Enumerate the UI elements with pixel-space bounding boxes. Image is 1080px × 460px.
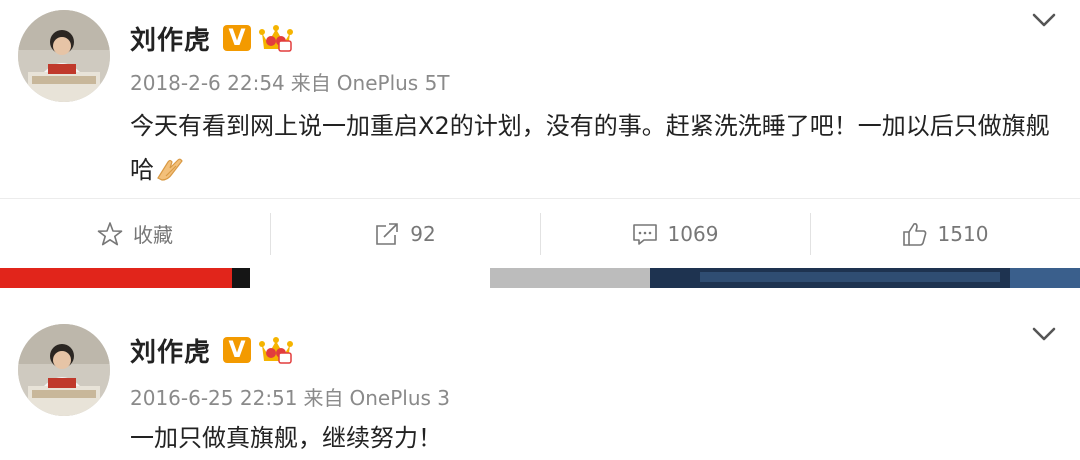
comment-count: 1069 [667, 221, 719, 246]
star-icon [97, 221, 123, 245]
chevron-down-icon[interactable] [1030, 322, 1058, 346]
weibo-post-1: 刘作虎 V 2018-2-6 22:54 来自 OnePlus 5T 今天有看到网上… [0, 0, 1080, 268]
author-row: 刘作虎 V [130, 18, 294, 58]
post-action-bar: 收藏 92 1069 1510 [0, 198, 1080, 268]
author-name[interactable]: 刘作虎 [130, 332, 211, 369]
crown-icon [259, 337, 294, 364]
crown-icon [259, 25, 294, 52]
like-button[interactable]: 1510 [810, 199, 1080, 268]
post-text: 一加只做真旗舰，继续努力！ [130, 416, 1050, 460]
image-strip [0, 268, 1080, 288]
author-row: 刘作虎 V [130, 330, 294, 370]
source-prefix: 来自 [303, 386, 344, 410]
post-time: 2018-2-6 22:54 [130, 71, 285, 95]
weibo-post-2: 刘作虎 V 2016-6-25 22:51 来自 OnePlus 3 一加只做真旗舰… [0, 288, 1080, 460]
post-meta: 2016-6-25 22:51 来自 OnePlus 3 [130, 382, 450, 411]
verified-badge-icon: V [223, 337, 252, 363]
favorite-button[interactable]: 收藏 [0, 199, 270, 268]
clapping-hands-icon [157, 158, 183, 181]
post-text-body: 今天有看到网上说一加重启X2的计划，没有的事。赶紧洗洗睡了吧！一加以后只做旗舰哈 [130, 112, 1050, 184]
chevron-down-icon[interactable] [1030, 8, 1058, 32]
post-meta: 2018-2-6 22:54 来自 OnePlus 5T [130, 67, 450, 96]
avatar[interactable] [18, 10, 110, 102]
repost-button[interactable]: 92 [270, 199, 540, 268]
repost-icon [376, 222, 399, 245]
source-prefix: 来自 [290, 71, 331, 95]
repost-count: 92 [410, 221, 436, 246]
author-name[interactable]: 刘作虎 [130, 20, 211, 57]
comment-button[interactable]: 1069 [540, 199, 810, 268]
post-source[interactable]: OnePlus 5T [337, 71, 450, 95]
like-count: 1510 [937, 221, 989, 246]
post-text: 今天有看到网上说一加重启X2的计划，没有的事。赶紧洗洗睡了吧！一加以后只做旗舰哈 [130, 104, 1050, 192]
post-text-body: 一加只做真旗舰，继续努力！ [130, 424, 442, 452]
favorite-label: 收藏 [133, 223, 173, 247]
comment-icon [632, 223, 657, 245]
thumbs-up-icon [902, 222, 926, 246]
verified-badge-icon: V [223, 25, 252, 51]
post-source[interactable]: OnePlus 3 [350, 386, 451, 410]
post-time: 2016-6-25 22:51 [130, 386, 298, 410]
avatar[interactable] [18, 324, 110, 416]
